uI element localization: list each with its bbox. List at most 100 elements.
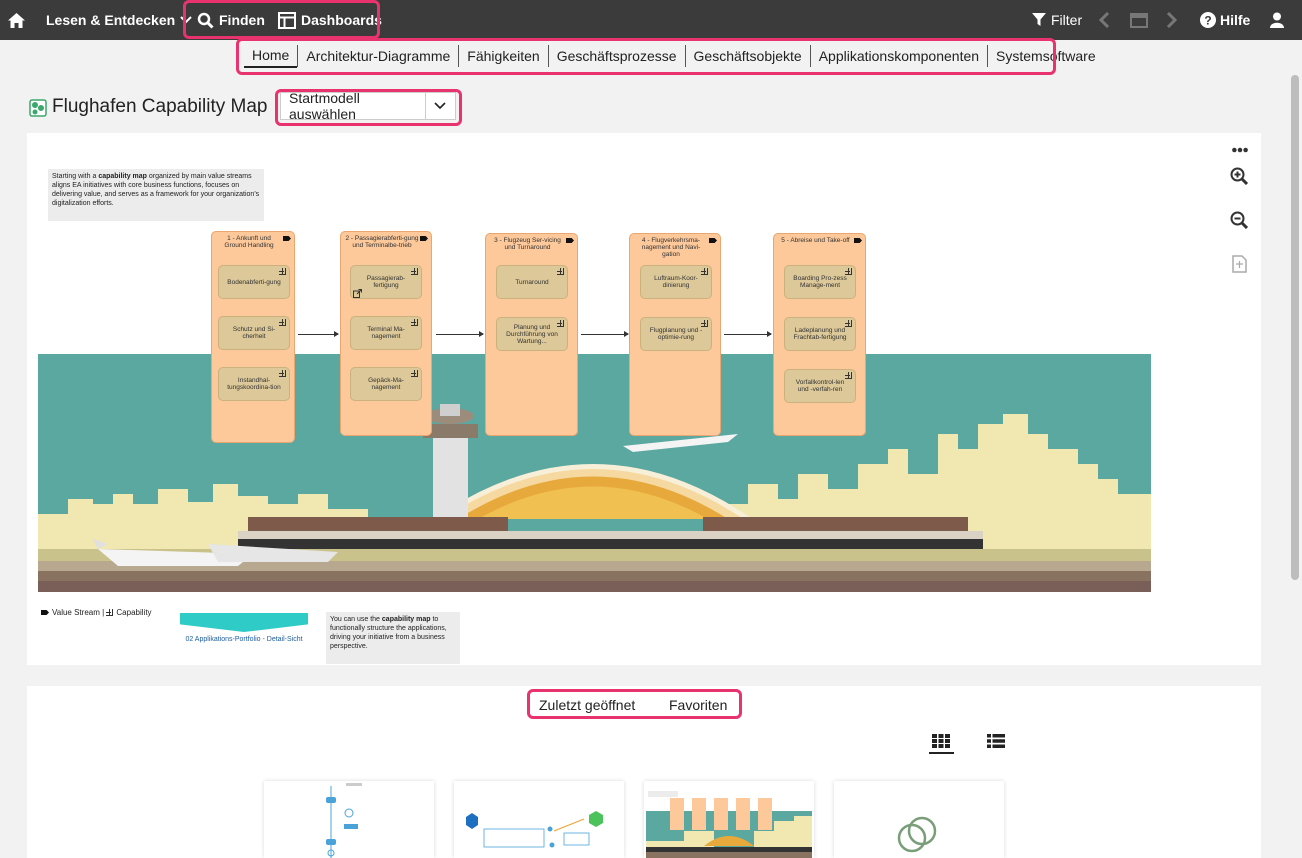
highlight-start-model <box>275 89 462 126</box>
capability-label: Schutz und Si-cherheit <box>232 326 276 340</box>
value-stream-title: 1 - Ankunft und Ground Handling <box>224 235 274 249</box>
value-stream-title: 3 - Flugzeug Ser-vicing und Turnaround <box>494 237 561 251</box>
portfolio-link[interactable]: 02 Applikations-Portfolio - Detail-Sicht <box>180 636 308 643</box>
legend-value-stream: Value Stream <box>52 608 100 617</box>
read-explore-label: Lesen & Entdecken <box>46 12 176 28</box>
capability-label: Flugplanung und -optimie-rung <box>649 327 703 341</box>
filter-button[interactable]: Filter <box>1032 0 1082 40</box>
legend-capability: Capability <box>116 608 152 617</box>
capability-icon <box>701 268 708 275</box>
capability-label: Vorfallkontrol-len und -verfah-ren <box>795 379 845 393</box>
capability-box[interactable]: Boarding Pro-zess Manage-ment <box>784 265 856 299</box>
capability-icon <box>845 320 852 327</box>
model-placeholder-icon <box>897 816 937 853</box>
value-stream-4[interactable]: 4 - Flugverkehrsma-nagement und Navi-gat… <box>629 233 721 436</box>
scrollbar[interactable] <box>1291 75 1299 580</box>
external-link-icon[interactable] <box>353 289 362 298</box>
user-button[interactable] <box>1270 0 1284 40</box>
capability-icon <box>845 372 852 379</box>
value-stream-title: 2 - Passagierabferti-gung und Terminalbe… <box>345 235 419 249</box>
capability-box[interactable]: Flugplanung und -optimie-rung <box>640 317 712 351</box>
zoom-in-icon[interactable] <box>1230 167 1248 185</box>
value-stream-icon <box>709 238 717 243</box>
capability-label: Passagierab-fertigung <box>366 275 406 289</box>
zoom-out-icon[interactable] <box>1230 211 1248 229</box>
capability-label: Luftraum-Koor-dinierung <box>654 275 698 289</box>
help-button[interactable]: ? Hilfe <box>1200 0 1250 40</box>
user-icon <box>1270 12 1284 28</box>
capability-label: Terminal Ma-nagement <box>367 326 405 340</box>
flow-arrow <box>581 331 629 337</box>
recent-model-thumbnail[interactable] <box>454 781 624 858</box>
filter-icon <box>1032 13 1046 26</box>
capability-box[interactable]: Bodenabferti-gung <box>218 265 290 299</box>
highlight-nav-tabs <box>236 38 1056 75</box>
capability-icon <box>106 609 114 616</box>
grid-view-icon[interactable] <box>932 734 950 748</box>
list-view-icon[interactable] <box>987 734 1005 748</box>
value-stream-3[interactable]: 3 - Flugzeug Ser-vicing und Turnaround T… <box>485 233 578 436</box>
flow-arrow <box>436 331 484 337</box>
value-stream-icon <box>566 238 574 243</box>
capability-box[interactable]: Vorfallkontrol-len und -verfah-ren <box>784 369 856 403</box>
capability-icon <box>557 268 564 275</box>
capability-box[interactable]: Terminal Ma-nagement <box>350 316 422 350</box>
value-stream-5[interactable]: 5 - Abreise und Take-off Boarding Pro-ze… <box>773 233 866 436</box>
back-button[interactable] <box>1099 0 1110 40</box>
intro-text-bold: capability map <box>98 173 147 180</box>
capability-label: Instandhal-tungskoordina-tion <box>227 377 281 391</box>
home-button[interactable] <box>8 0 25 40</box>
flow-arrow <box>298 331 339 337</box>
flow-arrow <box>724 331 772 337</box>
chevron-left-icon <box>1099 12 1110 28</box>
capability-box[interactable]: Luftraum-Koor-dinierung <box>640 265 712 299</box>
value-stream-2[interactable]: 2 - Passagierabferti-gung und Terminalbe… <box>340 231 432 436</box>
legend: Value Stream | Capability <box>41 608 152 617</box>
chevron-right-icon <box>1166 12 1177 28</box>
airport-illustration <box>38 354 1151 592</box>
value-stream-title: 5 - Abreise und Take-off <box>781 237 850 244</box>
top-bar: Lesen & Entdecken Finden Dashboards Filt… <box>0 0 1302 40</box>
recent-model-thumbnail[interactable] <box>264 781 434 858</box>
svg-text:?: ? <box>1204 14 1211 28</box>
recent-model-thumbnail[interactable] <box>644 781 814 858</box>
link-banner[interactable] <box>180 613 308 632</box>
window-button[interactable] <box>1130 0 1148 40</box>
capability-icon <box>701 320 708 327</box>
capability-box[interactable]: Turnaround <box>496 265 568 299</box>
help-icon: ? <box>1200 12 1216 28</box>
capability-label: Ladeplanung und Frachtab-fertigung <box>793 327 847 341</box>
capability-box[interactable]: Instandhal-tungskoordina-tion <box>218 367 290 401</box>
capability-box[interactable]: Planung und Durchführung von Wartung... <box>496 317 568 351</box>
value-stream-1[interactable]: 1 - Ankunft und Ground Handling Bodenabf… <box>211 231 295 443</box>
capability-icon <box>411 268 418 275</box>
capability-map-icon <box>29 99 47 117</box>
capability-box[interactable]: Ladeplanung und Frachtab-fertigung <box>784 317 856 351</box>
read-explore-menu[interactable]: Lesen & Entdecken <box>46 0 192 40</box>
value-stream-title: 4 - Flugverkehrsma-nagement und Navi-gat… <box>641 237 701 258</box>
capability-label: Boarding Pro-zess Manage-ment <box>793 275 847 289</box>
capability-icon <box>845 268 852 275</box>
highlight-recent-favorites <box>527 689 742 719</box>
capability-icon <box>557 320 564 327</box>
recent-model-thumbnail[interactable] <box>834 781 1004 858</box>
capability-label: Gepäck-Ma-nagement <box>368 377 404 391</box>
capability-map-preview <box>646 791 812 858</box>
note-textbox: You can use the capability map to functi… <box>326 612 460 664</box>
intro-textbox: Starting with a capability map organized… <box>48 169 264 221</box>
help-label: Hilfe <box>1220 12 1251 28</box>
fit-page-icon[interactable] <box>1230 255 1248 273</box>
capability-box[interactable]: Gepäck-Ma-nagement <box>350 367 422 401</box>
value-stream-icon <box>283 236 291 241</box>
capability-icon <box>279 268 286 275</box>
forward-button[interactable] <box>1166 0 1177 40</box>
capability-box[interactable]: Schutz und Si-cherheit <box>218 316 290 350</box>
grid-view-underline <box>929 752 954 754</box>
capability-label: Planung und Durchführung von Wartung... <box>506 323 558 345</box>
page-title: Flughafen Capability Map <box>52 96 268 117</box>
more-options-icon[interactable] <box>1231 141 1249 159</box>
capability-icon <box>411 370 418 377</box>
window-icon <box>1130 12 1148 28</box>
capability-icon <box>411 319 418 326</box>
capability-icon <box>279 319 286 326</box>
